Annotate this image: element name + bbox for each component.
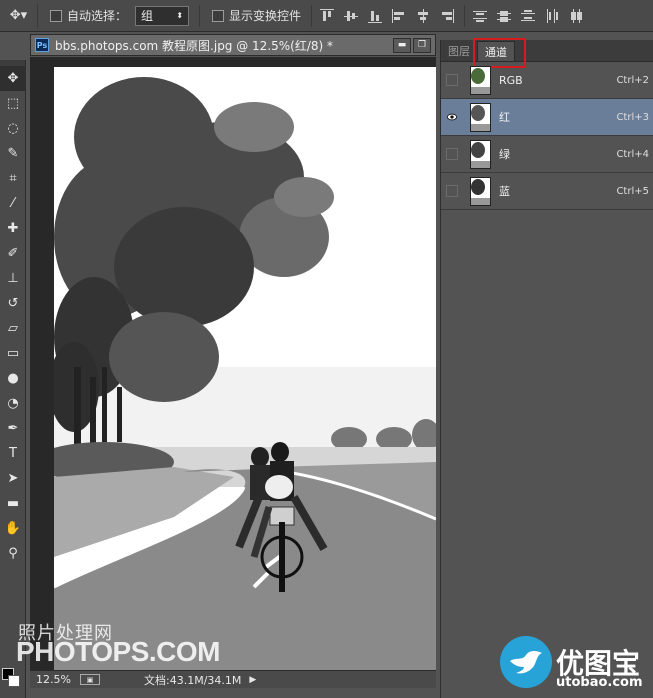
bird-logo-glyph [510, 651, 542, 674]
align-right-icon[interactable] [440, 8, 455, 23]
thumbnail-image [471, 140, 490, 168]
status-menu-arrow-icon[interactable]: ▶ [249, 675, 256, 685]
panel-tabs: 图层 通道 [441, 38, 653, 68]
dodge-tool-icon[interactable]: ◔ [0, 391, 26, 416]
document-size: 文档:43.1M/34.1M [144, 673, 242, 687]
eyedropper-tool-icon[interactable]: ⁄ [0, 191, 26, 216]
history-brush-tool-icon[interactable]: ↺ [0, 291, 26, 316]
marquee-tool-icon[interactable]: ⬚ [0, 91, 26, 116]
grayscale-photo-couple-on-bicycle [54, 67, 436, 670]
healing-brush-tool-icon[interactable]: ✚ [0, 216, 26, 241]
distribute-top-icon[interactable] [473, 9, 488, 23]
distribute-buttons [473, 8, 583, 23]
status-view-icon[interactable]: ▣ [80, 674, 100, 685]
canvas-area[interactable] [30, 57, 436, 670]
channel-row-rgb[interactable]: RGB Ctrl+2 [441, 62, 653, 99]
channel-row-red[interactable]: 红 Ctrl+3 [441, 99, 653, 136]
channel-thumbnail [470, 65, 491, 95]
move-tool-icon[interactable]: ✥ [0, 66, 26, 91]
watermark-photops: PHOTOPS.COM [16, 636, 221, 667]
channel-shortcut: Ctrl+3 [616, 111, 649, 123]
align-buttons [320, 8, 455, 23]
channel-shortcut: Ctrl+2 [616, 74, 649, 86]
channel-shortcut: Ctrl+5 [616, 185, 649, 197]
distribute-vcenter-icon[interactable] [497, 9, 512, 23]
show-transform-checkbox[interactable] [212, 9, 225, 22]
thumbnail-image [471, 103, 490, 131]
thumbnail-image [471, 177, 490, 205]
channel-thumbnail [470, 102, 491, 132]
type-tool-icon[interactable]: T [0, 441, 26, 466]
document-tab-bar: Ps bbs.photops.com 教程原图.jpg @ 12.5%(红/8)… [30, 34, 436, 56]
restore-button[interactable]: ❐ [413, 37, 431, 53]
eye-icon-glyph [447, 113, 457, 121]
status-bar: 12.5% ▣ 文档:43.1M/34.1M ▶ [30, 670, 436, 688]
path-select-tool-icon[interactable]: ➤ [0, 466, 26, 491]
align-bottom-icon[interactable] [368, 9, 383, 23]
eraser-tool-icon[interactable]: ▱ [0, 316, 26, 341]
tab-layers[interactable]: 图层 [441, 41, 477, 61]
align-top-icon[interactable] [320, 8, 335, 23]
window-controls: ▬ ❐ [393, 37, 431, 53]
blur-tool-icon[interactable]: ● [0, 366, 26, 391]
toolbox: ✥ ⬚ ◌ ✎ ⌗ ⁄ ✚ ✐ ⊥ ↺ ▱ ▭ ● ◔ ✒ T ➤ ▬ ✋ ⚲ [0, 60, 26, 698]
channel-name: 绿 [499, 148, 510, 161]
show-transform-label: 显示变换控件 [229, 9, 302, 23]
zoom-level[interactable]: 12.5% [30, 673, 74, 686]
channel-thumbnail [470, 139, 491, 169]
background-color-swatch[interactable] [8, 675, 20, 687]
eye-icon[interactable] [446, 111, 458, 123]
zoom-tool-icon[interactable]: ⚲ [0, 541, 26, 566]
channels-panel: 图层 通道 RGB Ctrl+2 红 Ctrl+3 绿 Ctrl+4 蓝 Ctr… [440, 38, 653, 698]
gradient-tool-icon[interactable]: ▭ [0, 341, 26, 366]
crop-tool-icon[interactable]: ⌗ [0, 166, 26, 191]
channel-name: 红 [499, 111, 510, 124]
visibility-toggle[interactable] [446, 74, 458, 86]
brush-tool-icon[interactable]: ✐ [0, 241, 26, 266]
quick-select-tool-icon[interactable]: ✎ [0, 141, 26, 166]
minimize-button[interactable]: ▬ [393, 37, 411, 53]
channel-name: RGB [499, 73, 523, 87]
channel-row-blue[interactable]: 蓝 Ctrl+5 [441, 173, 653, 210]
clone-stamp-tool-icon[interactable]: ⊥ [0, 266, 26, 291]
hand-tool-icon[interactable]: ✋ [0, 516, 26, 541]
lasso-tool-icon[interactable]: ◌ [0, 116, 26, 141]
channel-name: 蓝 [499, 185, 510, 198]
distribute-hcenter-icon[interactable] [569, 8, 583, 23]
document-title[interactable]: bbs.photops.com 教程原图.jpg @ 12.5%(红/8) * [55, 37, 333, 54]
move-tool-icon[interactable]: ✥▾ [0, 3, 38, 28]
pen-tool-icon[interactable]: ✒ [0, 416, 26, 441]
distribute-bottom-icon[interactable] [521, 9, 536, 23]
channel-row-green[interactable]: 绿 Ctrl+4 [441, 136, 653, 173]
separator [464, 4, 466, 27]
watermark-utobao-url: utobao.com [556, 675, 643, 690]
auto-select-label: 自动选择： [67, 9, 128, 23]
align-hcenter-icon[interactable] [416, 8, 430, 23]
align-left-icon[interactable] [392, 8, 406, 23]
options-bar: ✥▾ 自动选择： 组 ⬍ 显示变换控件 [0, 0, 653, 32]
auto-select-checkbox[interactable] [50, 9, 62, 22]
chevron-updown-icon: ⬍ [176, 11, 184, 20]
distribute-left-icon[interactable] [545, 8, 559, 23]
photoshop-file-icon: Ps [35, 38, 49, 52]
auto-select-dropdown[interactable]: 组 ⬍ [135, 5, 190, 26]
document-canvas-image[interactable] [54, 67, 436, 670]
align-vcenter-icon[interactable] [344, 9, 359, 23]
shape-tool-icon[interactable]: ▬ [0, 491, 26, 516]
channel-shortcut: Ctrl+4 [616, 148, 649, 160]
auto-select-value: 组 [141, 9, 154, 23]
visibility-toggle[interactable] [446, 185, 458, 197]
thumbnail-image [471, 66, 490, 94]
separator [311, 4, 313, 27]
channel-thumbnail [470, 176, 491, 206]
separator [199, 4, 201, 27]
bird-logo-icon [500, 636, 552, 688]
visibility-toggle[interactable] [446, 148, 458, 160]
